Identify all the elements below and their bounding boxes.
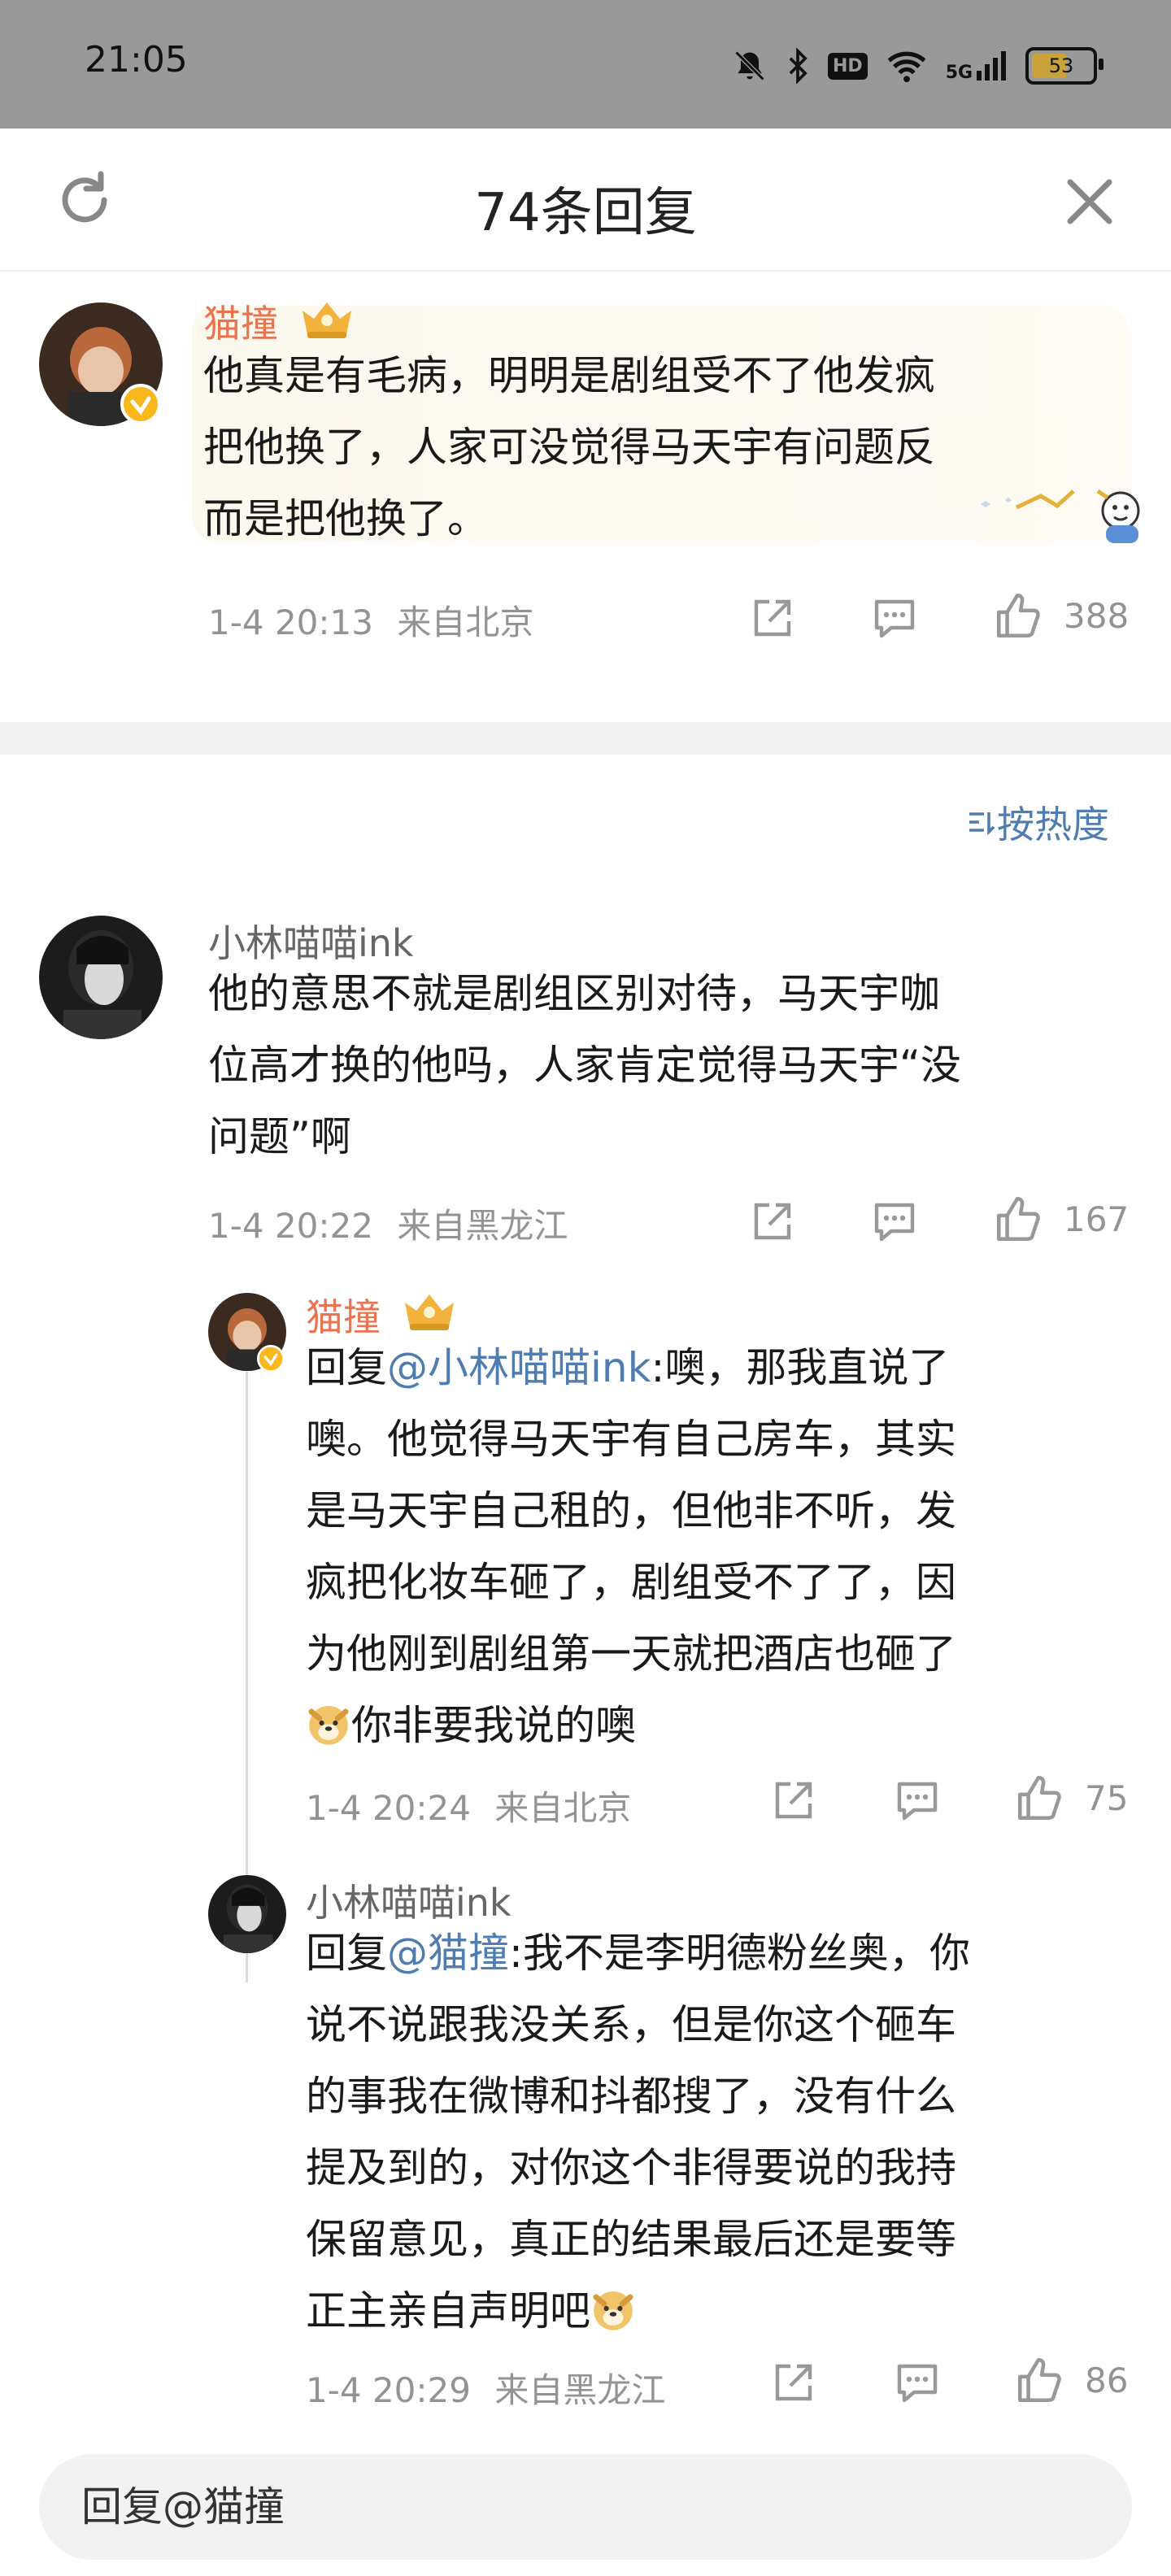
- like-count: 167: [1064, 1199, 1130, 1239]
- comment-location: 来自黑龙江: [397, 1206, 568, 1246]
- mention-link[interactable]: @猫撞: [387, 1930, 509, 1977]
- reply-text: 回复@猫撞:我不是李明德粉丝奥，你 说不说跟我没关系，但是你这个砸车 的事我在微…: [306, 1917, 1135, 2347]
- reply-text-line: 保留意见，真正的结果最后还是要等: [306, 2216, 956, 2263]
- comment-text-line: 他真是有毛病，明明是剧组受不了他发疯: [203, 352, 935, 399]
- reply-text-line: 的事我在微博和抖都搜了，没有什么: [306, 2073, 956, 2120]
- comment-icon[interactable]: [868, 1195, 921, 1247]
- sort-toggle[interactable]: 按热度: [964, 795, 1109, 849]
- reply-text-line: 噢。他觉得马天宇有自己房车，其实: [306, 1416, 956, 1463]
- sort-label: 按热度: [997, 803, 1109, 846]
- crown-icon: [405, 1295, 454, 1330]
- reply-text-line: 为他刚到剧组第一天就把酒店也砸了: [306, 1630, 956, 1677]
- reply-meta: 1-4 20:29 来自黑龙江: [306, 2363, 665, 2413]
- like-count: 388: [1064, 595, 1130, 636]
- comment-meta: 1-4 20:13 来自北京: [208, 595, 533, 645]
- like-button[interactable]: 167: [992, 1192, 1129, 1246]
- share-icon[interactable]: [747, 1195, 799, 1247]
- share-icon[interactable]: [768, 2356, 820, 2408]
- reply-text-line: 你非要我说的噢: [351, 1702, 636, 1749]
- like-icon: [996, 593, 1040, 638]
- signal-icon: [977, 51, 1007, 80]
- network-type: 5G: [945, 63, 973, 83]
- comment-icon[interactable]: [868, 592, 921, 644]
- doge-emoji: [593, 2291, 633, 2330]
- status-time: 21:05: [85, 39, 188, 80]
- reply-meta: 1-4 20:24 来自北京: [306, 1781, 631, 1830]
- reply-text-line: :噢，那我直说了: [651, 1344, 950, 1391]
- like-count: 86: [1085, 2360, 1129, 2400]
- verified-icon: [257, 1345, 285, 1373]
- reply-prefix: 回复: [306, 1930, 387, 1977]
- reply-text-line: 提及到的，对你这个非得要说的我持: [306, 2144, 956, 2191]
- sort-icon: [969, 812, 995, 836]
- battery-level: 53: [1048, 54, 1074, 77]
- comment-icon[interactable]: [891, 2356, 943, 2408]
- comment-time: 1-4 20:13: [208, 603, 373, 642]
- battery-indicator: 53: [1025, 47, 1104, 85]
- reply-time: 1-4 20:24: [306, 1788, 471, 1828]
- share-icon[interactable]: [768, 1774, 820, 1826]
- comment-text-line: 而是把他换了。: [203, 495, 488, 542]
- like-button[interactable]: 86: [1013, 2353, 1128, 2407]
- comment-icon[interactable]: [891, 1774, 943, 1826]
- avatar[interactable]: [208, 1875, 286, 1953]
- comment-time: 1-4 20:22: [208, 1206, 373, 1246]
- comment-text-line: 位高才换的他吗，人家肯定觉得马天宇“没: [208, 1042, 961, 1089]
- comment-text: 他真是有毛病，明明是剧组受不了他发疯 把他换了，人家可没觉得马天宇有问题反 而是…: [203, 340, 1114, 555]
- reply-location: 来自黑龙江: [494, 2370, 666, 2410]
- like-count: 75: [1085, 1778, 1129, 1818]
- like-icon: [1017, 1775, 1061, 1821]
- crown-icon: [303, 302, 351, 338]
- close-icon[interactable]: [1057, 169, 1122, 234]
- reply-text-line: 疯把化妆车砸了，剧组受不了了，因: [306, 1559, 956, 1606]
- comment-location: 来自北京: [397, 603, 534, 642]
- reply-location: 来自北京: [494, 1788, 632, 1828]
- reply-text: 回复@小林喵喵ink:噢，那我直说了 噢。他觉得马天宇有自己房车，其实 是马天宇…: [306, 1332, 1135, 1761]
- comment-text-line: 问题”啊: [208, 1113, 351, 1160]
- reply-bar: [39, 2454, 1132, 2560]
- hd-badge: HD: [828, 52, 868, 80]
- root-comment: 猫撞 他真是有毛病，明明是剧组受不了他发疯 把他换了，人家可没觉得马天宇有问题反…: [0, 270, 1171, 722]
- wifi-icon: [887, 51, 926, 83]
- bluetooth-icon: [789, 48, 808, 84]
- comment-text: 他的意思不就是剧组区别对待，马天宇咖 位高才换的他吗，人家肯定觉得马天宇“没 问…: [208, 958, 1135, 1173]
- comment-text-line: 把他换了，人家可没觉得马天宇有问题反: [203, 424, 935, 471]
- mention-link[interactable]: @小林喵喵ink: [387, 1344, 651, 1391]
- reply-text-line: 正主亲自声明吧: [306, 2287, 590, 2334]
- reply-text-line: :我不是李明德粉丝奥，你: [509, 1930, 970, 1977]
- share-icon[interactable]: [747, 592, 799, 644]
- comment-meta: 1-4 20:22 来自黑龙江: [208, 1199, 568, 1248]
- like-button[interactable]: 75: [1013, 1771, 1128, 1825]
- reply-text-line: 说不说跟我没关系，但是你这个砸车: [306, 2001, 956, 2048]
- reply-time: 1-4 20:29: [306, 2370, 471, 2410]
- status-icons: HD 5G 53: [732, 37, 1104, 94]
- avatar[interactable]: [39, 916, 163, 1039]
- mute-bell-icon: [734, 50, 765, 81]
- reply-text-line: 是马天宇自己租的，但他非不听，发: [306, 1487, 956, 1534]
- doge-emoji: [308, 1706, 349, 1745]
- reply-prefix: 回复: [306, 1344, 387, 1391]
- like-icon: [996, 1196, 1040, 1242]
- comment-text-line: 他的意思不就是剧组区别对待，马天宇咖: [208, 970, 940, 1017]
- reply-sheet: 74条回复 猫撞 他真是有毛病，明明是剧组受不了他发疯 把他换了，人家可没觉得马…: [0, 128, 1171, 2576]
- section-divider: [0, 722, 1171, 755]
- status-bar: 21:05 HD 5G 53: [0, 0, 1171, 128]
- sheet-header: 74条回复: [0, 128, 1171, 272]
- like-icon: [1017, 2357, 1061, 2403]
- like-button[interactable]: 388: [992, 589, 1129, 642]
- page-title: 74条回复: [474, 183, 697, 243]
- refresh-icon[interactable]: [52, 168, 117, 233]
- reply-input[interactable]: [80, 2482, 1059, 2531]
- verified-icon: [120, 384, 161, 424]
